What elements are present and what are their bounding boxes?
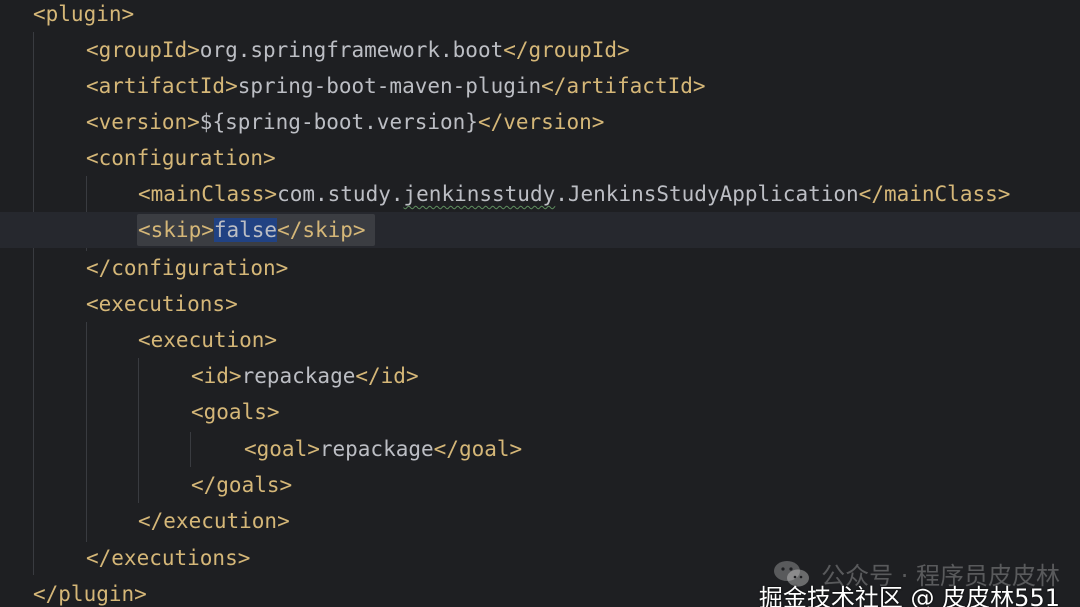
code-line[interactable]: <goal>repackage</goal> bbox=[0, 431, 1080, 467]
xml-tag-token: </groupId> bbox=[503, 38, 630, 62]
xml-tag-token: </executions> bbox=[86, 546, 251, 570]
code-line[interactable]: <configuration> bbox=[0, 140, 1080, 176]
code-line-content: <version>${spring-boot.version}</version… bbox=[86, 104, 604, 140]
xml-text-token: org.springframework.boot bbox=[199, 38, 504, 62]
xml-tag-token: <goal> bbox=[244, 437, 320, 461]
xml-tag-token: </configuration> bbox=[86, 256, 289, 280]
watermark: 公众号 · 程序员皮皮林 掘金技术社区 @ 皮皮林551 bbox=[759, 556, 1060, 607]
xml-text-token: ${spring-boot.version} bbox=[199, 110, 478, 134]
xml-tag-token: <goals> bbox=[191, 400, 280, 424]
code-editor[interactable]: <plugin> <groupId>org.springframework.boo… bbox=[0, 0, 1080, 607]
xml-tag-token: </execution> bbox=[138, 509, 290, 533]
xml-tag-token: <executions> bbox=[86, 292, 238, 316]
code-line-content: <plugin> bbox=[33, 0, 134, 32]
xml-tag-token: <configuration> bbox=[86, 146, 276, 170]
xml-text-token: spring-boot-maven-plugin bbox=[237, 74, 542, 98]
code-line[interactable]: <id>repackage</id> bbox=[0, 358, 1080, 394]
code-line[interactable]: <version>${spring-boot.version}</version… bbox=[0, 104, 1080, 140]
code-line[interactable]: <groupId>org.springframework.boot</group… bbox=[0, 32, 1080, 68]
code-line-content: <mainClass>com.study.jenkinsstudy.Jenkin… bbox=[138, 176, 1010, 212]
code-line[interactable]: <goals> bbox=[0, 394, 1080, 430]
code-line-content: </executions> bbox=[86, 540, 250, 576]
code-line-content: </configuration> bbox=[86, 250, 288, 286]
xml-text-token: jenkinsstudy bbox=[403, 182, 556, 206]
code-line-content: <executions> bbox=[86, 286, 238, 322]
xml-text-token: com.study. bbox=[277, 182, 404, 206]
xml-tag-token: <groupId> bbox=[86, 38, 200, 62]
code-line-content: <id>repackage</id> bbox=[191, 358, 419, 394]
xml-tag-token: <skip> bbox=[138, 218, 214, 242]
code-line[interactable]: </execution> bbox=[0, 503, 1080, 539]
code-line-content: </plugin> bbox=[33, 576, 147, 607]
xml-tag-token: </plugin> bbox=[33, 582, 147, 606]
code-line[interactable]: <artifactId>spring-boot-maven-plugin</ar… bbox=[0, 68, 1080, 104]
code-line-content: <goal>repackage</goal> bbox=[244, 431, 522, 467]
code-line[interactable]: </configuration> bbox=[0, 250, 1080, 286]
code-line[interactable]: <mainClass>com.study.jenkinsstudy.Jenkin… bbox=[0, 176, 1080, 212]
code-line-content: <skip>false</skip> bbox=[138, 212, 366, 248]
code-line-content: <groupId>org.springframework.boot</group… bbox=[86, 32, 630, 68]
code-line-content: <goals> bbox=[191, 394, 280, 430]
code-line[interactable]: <execution> bbox=[0, 322, 1080, 358]
code-line[interactable]: </goals> bbox=[0, 467, 1080, 503]
code-line-content: <configuration> bbox=[86, 140, 276, 176]
xml-tag-token: <artifactId> bbox=[86, 74, 238, 98]
xml-tag-token: <version> bbox=[86, 110, 200, 134]
code-line-content: </execution> bbox=[138, 503, 290, 539]
xml-tag-token: </id> bbox=[355, 364, 419, 388]
community-label: 掘金技术社区 @ 皮皮林551 bbox=[758, 584, 1060, 607]
code-line[interactable]: <plugin> bbox=[0, 0, 1080, 32]
xml-tag-token: <plugin bbox=[33, 2, 122, 26]
xml-text-token: repackage bbox=[319, 437, 434, 461]
xml-text-token: .JenkinsStudyApplication bbox=[555, 182, 859, 206]
xml-text-token: false bbox=[213, 218, 278, 242]
code-line-content: <artifactId>spring-boot-maven-plugin</ar… bbox=[86, 68, 706, 104]
code-line-content: </goals> bbox=[191, 467, 292, 503]
xml-tag-token: > bbox=[121, 2, 135, 26]
xml-tag-token: </goal> bbox=[433, 437, 523, 461]
xml-tag-token: </skip> bbox=[277, 218, 366, 242]
code-line-content: <execution> bbox=[138, 322, 277, 358]
xml-tag-token: </mainClass> bbox=[858, 182, 1011, 206]
xml-tag-token: </goals> bbox=[191, 473, 293, 497]
code-line[interactable]: <skip>false</skip> bbox=[0, 212, 1080, 248]
xml-tag-token: </artifactId> bbox=[541, 74, 706, 98]
xml-tag-token: <id> bbox=[191, 364, 242, 388]
code-line[interactable]: <executions> bbox=[0, 286, 1080, 322]
xml-text-token: repackage bbox=[241, 364, 356, 388]
xml-tag-token: <execution> bbox=[138, 328, 278, 352]
xml-tag-token: </version> bbox=[477, 110, 605, 134]
xml-tag-token: <mainClass> bbox=[138, 182, 278, 206]
